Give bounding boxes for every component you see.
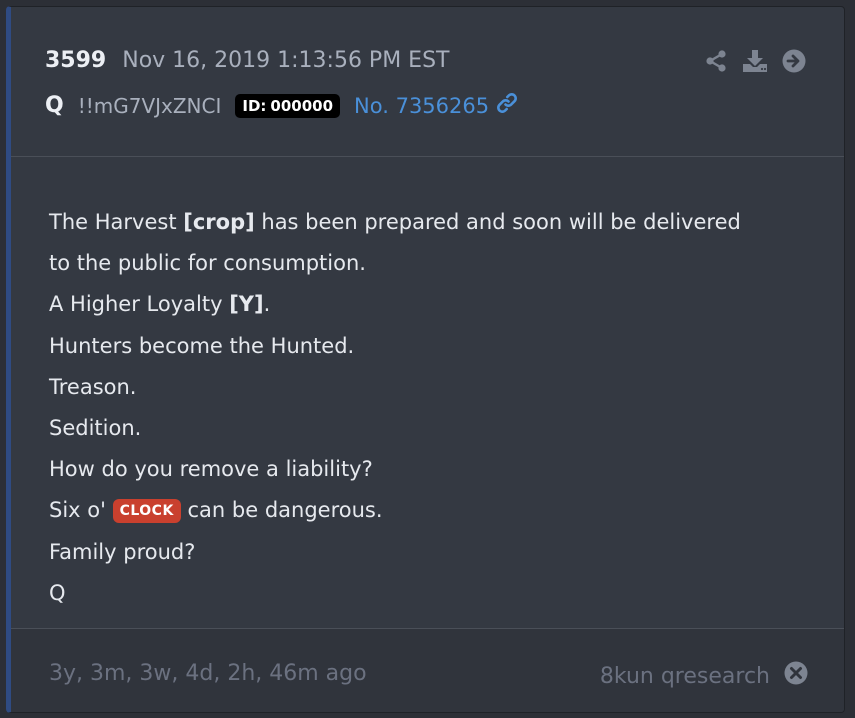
- body-text: has been prepared and soon will be deliv…: [254, 210, 741, 234]
- id-value: 000000: [270, 96, 334, 115]
- body-line: Sedition.: [49, 416, 142, 441]
- body-line: The Harvest [crop] has been prepared and…: [49, 202, 741, 243]
- body-text: can be dangerous.: [180, 498, 383, 523]
- link-icon[interactable]: [495, 91, 519, 120]
- arrow-circle-right-icon[interactable]: [782, 49, 806, 73]
- body-text: The Harvest: [49, 210, 184, 234]
- post-header: 3599 Nov 16, 2019 1:13:56 PM EST Q !!mG7…: [11, 7, 844, 157]
- source-label: 8kun qresearch: [599, 663, 770, 689]
- download-icon[interactable]: [742, 49, 768, 73]
- body-bold-text: [crop]: [183, 210, 255, 234]
- body-line: Hunters become the Hunted.: [49, 333, 355, 358]
- body-text: A Higher Loyalty: [49, 292, 230, 317]
- post-meta-row: 3599 Nov 16, 2019 1:13:56 PM EST: [45, 48, 449, 73]
- relative-time: 3y, 3m, 3w, 4d, 2h, 46m ago: [49, 661, 367, 686]
- body-line: Q: [49, 580, 66, 605]
- post-no-label[interactable]: No. 7356265: [354, 94, 489, 118]
- body-line: A Higher Loyalty [Y].: [49, 284, 741, 325]
- body-line: Family proud?: [49, 539, 196, 564]
- body-text: Six o': [49, 498, 113, 523]
- body-line: How do you remove a liability?: [49, 457, 373, 482]
- post-source: 8kun qresearch: [600, 661, 808, 691]
- body-line: Six o' CLOCK can be dangerous.: [49, 490, 741, 531]
- share-icon[interactable]: [704, 49, 728, 73]
- author-name: Q: [45, 93, 64, 118]
- post-actions: [704, 49, 806, 73]
- post-body: The Harvest [crop] has been prepared and…: [49, 202, 741, 614]
- post-number: 3599: [45, 48, 107, 73]
- clock-badge: CLOCK: [112, 499, 181, 524]
- post-card: 3599 Nov 16, 2019 1:13:56 PM EST Q !!mG7…: [6, 6, 845, 713]
- close-circle-icon[interactable]: [784, 661, 808, 691]
- id-label: ID:: [242, 96, 267, 115]
- id-badge: ID: 000000: [235, 93, 341, 118]
- post-author-row: Q !!mG7VJxZNCI ID: 000000 No. 7356265: [45, 91, 519, 120]
- post-footer: 3y, 3m, 3w, 4d, 2h, 46m ago 8kun qresear…: [11, 628, 844, 712]
- post-link[interactable]: No. 7356265: [354, 91, 519, 120]
- body-text: .: [263, 292, 271, 317]
- tripcode: !!mG7VJxZNCI: [77, 93, 222, 118]
- body-bold-text: [Y]: [229, 292, 264, 317]
- post-timestamp: Nov 16, 2019 1:13:56 PM EST: [122, 48, 450, 73]
- body-line: Treason.: [49, 374, 137, 399]
- body-line: to the public for consumption.: [49, 251, 366, 276]
